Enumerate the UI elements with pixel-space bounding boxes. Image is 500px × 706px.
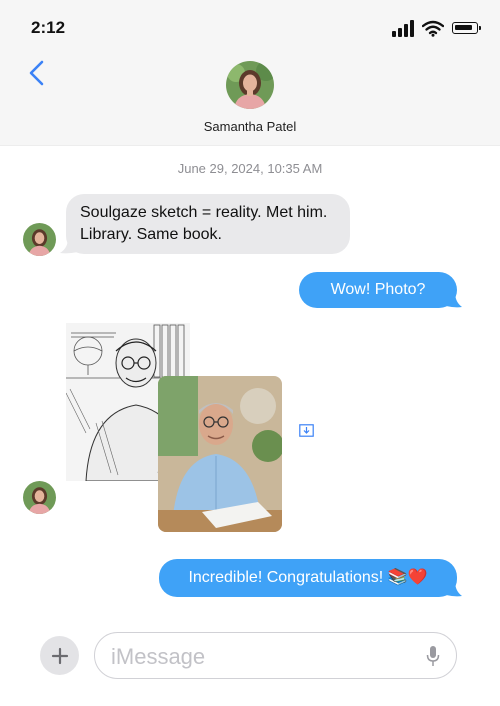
sender-avatar: [23, 223, 56, 256]
message-input-field[interactable]: [94, 632, 457, 679]
download-icon[interactable]: [299, 424, 314, 437]
contact-name[interactable]: Samantha Patel: [0, 119, 500, 134]
message-input[interactable]: [109, 641, 413, 673]
plus-icon: [51, 647, 68, 664]
status-icons: [392, 18, 481, 38]
add-attachment-button[interactable]: [40, 636, 79, 675]
status-time: 2:12: [31, 18, 66, 37]
message-timestamp: June 29, 2024, 10:35 AM: [177, 161, 323, 176]
outgoing-message-bubble[interactable]: Incredible! Congratulations! 📚❤️: [159, 559, 457, 597]
photo-image[interactable]: [158, 376, 282, 532]
top-bar: 2:12 Samantha Patel: [0, 0, 500, 146]
back-chevron-icon[interactable]: [26, 58, 50, 90]
battery-icon: [452, 22, 481, 34]
wifi-icon: [422, 20, 444, 37]
sender-avatar: [23, 481, 56, 514]
cellular-signal-icon: [392, 19, 414, 37]
incoming-message-bubble[interactable]: Soulgaze sketch = reality. Met him. Libr…: [66, 194, 350, 254]
microphone-icon[interactable]: [426, 645, 440, 667]
contact-avatar[interactable]: [226, 61, 274, 109]
outgoing-message-bubble[interactable]: Wow! Photo?: [299, 272, 457, 308]
